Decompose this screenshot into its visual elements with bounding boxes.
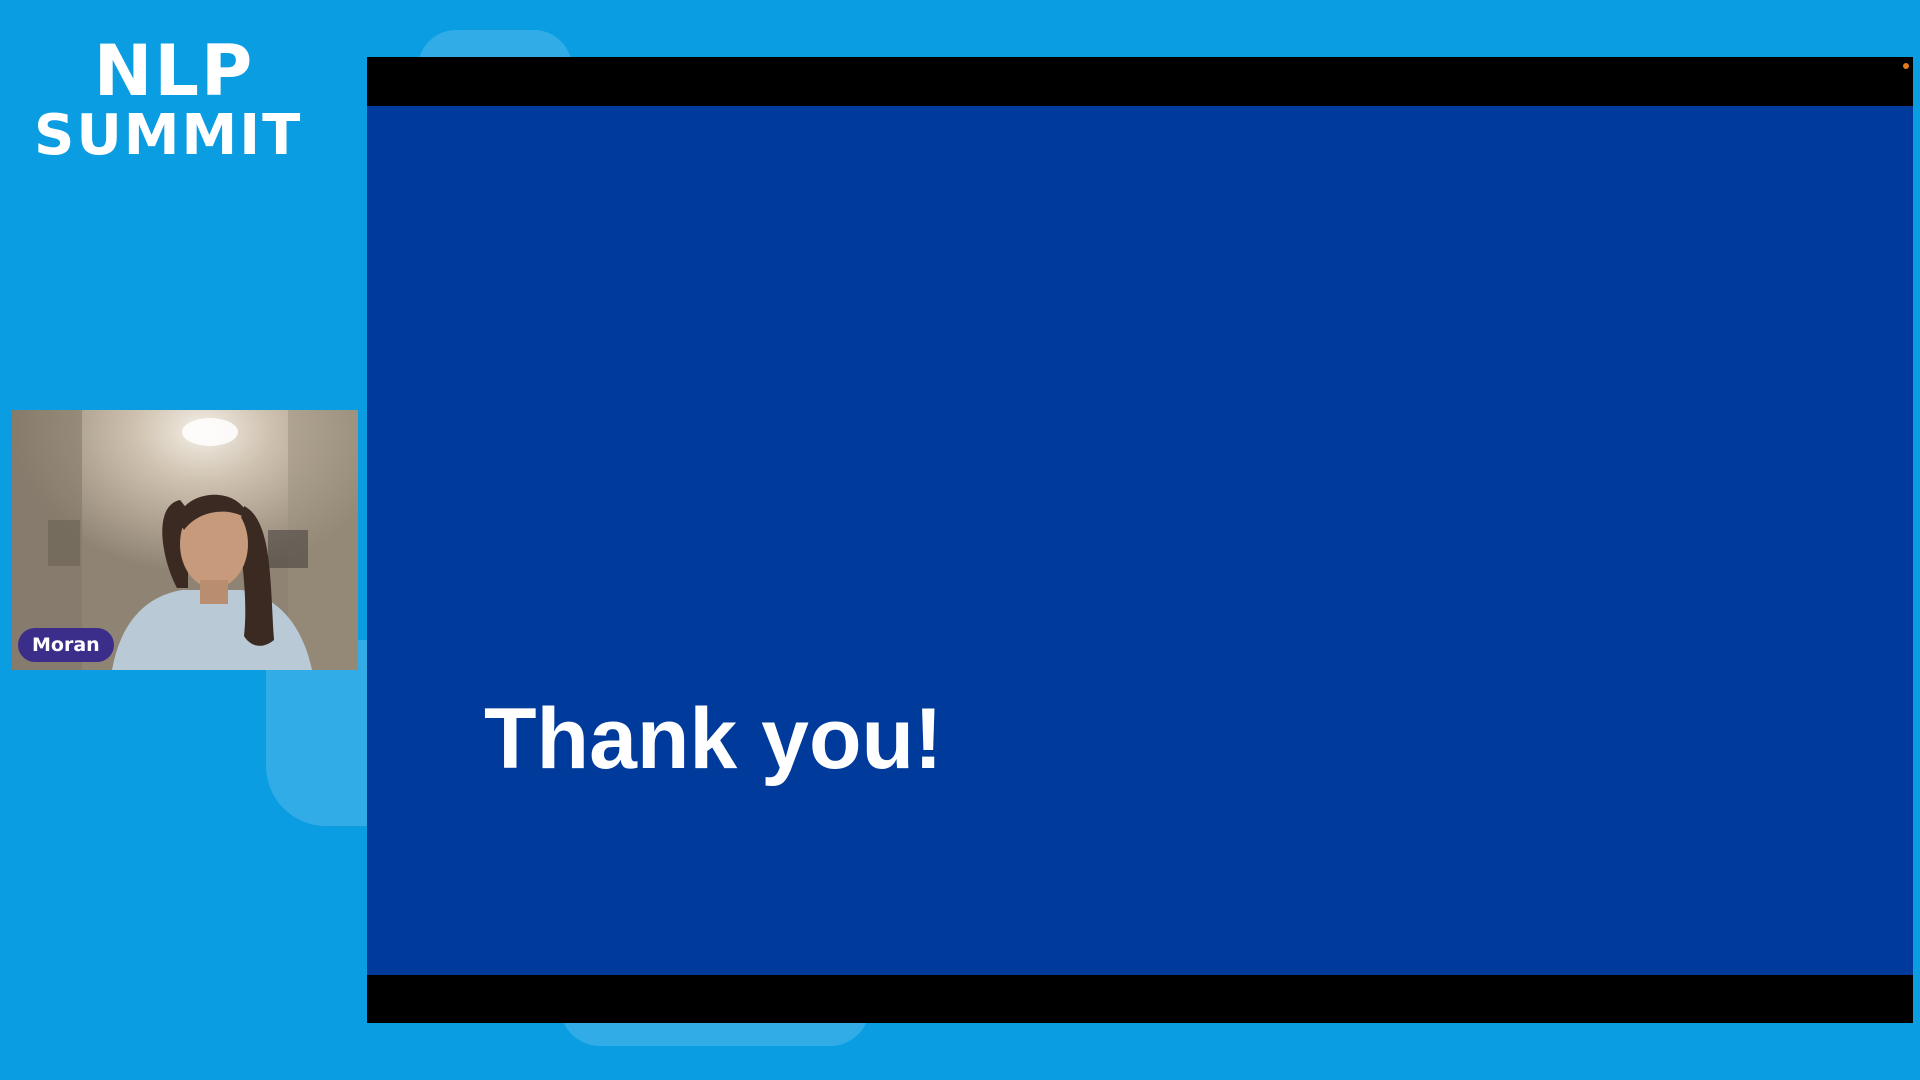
slide-title: Thank you! <box>484 691 943 787</box>
speaker-video-tile[interactable]: Moran <box>12 410 358 670</box>
presentation-slide: Thank you! <box>367 106 1913 975</box>
speaker-name-badge: Moran <box>18 628 114 662</box>
event-logo: NLP SUMMIT <box>34 30 303 168</box>
shared-screen: Thank you! <box>367 57 1913 1023</box>
recording-indicator <box>1903 63 1909 69</box>
logo-text-summit: SUMMIT <box>34 103 303 168</box>
presentation-stage: NLP SUMMIT Moran Thank you! <box>0 0 1920 1080</box>
logo-text-nlp: NLP <box>93 30 255 112</box>
